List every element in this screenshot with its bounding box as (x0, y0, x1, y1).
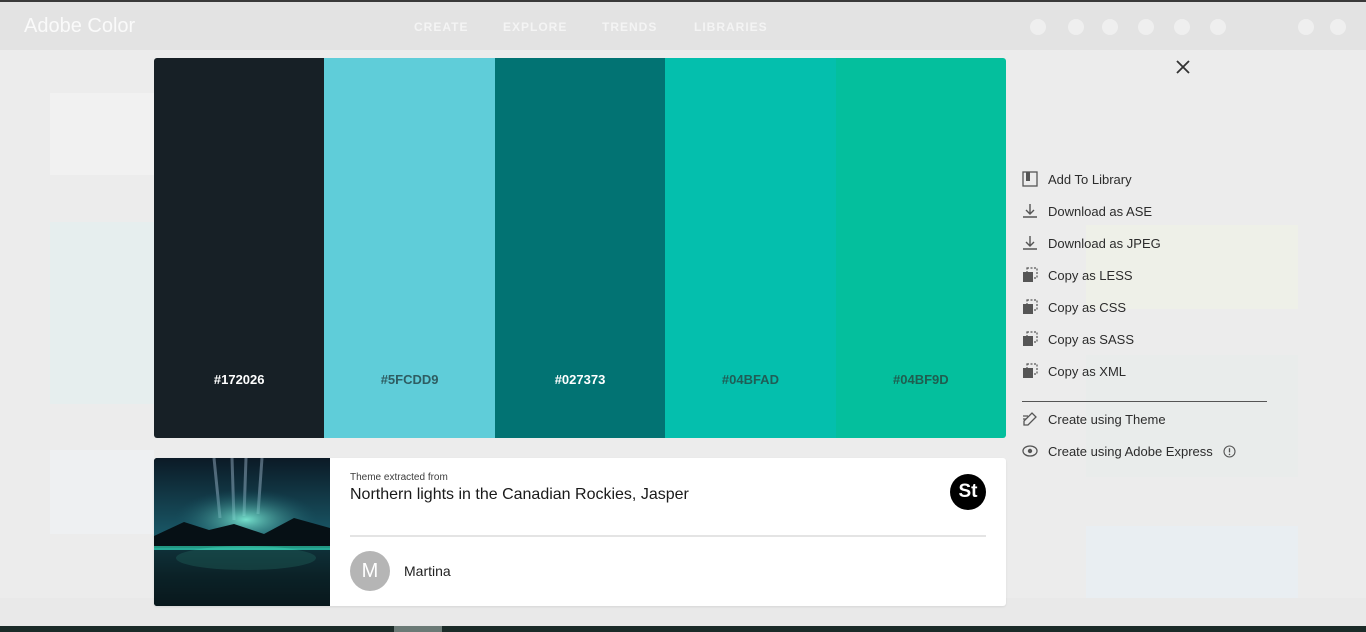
action-label: Create using Theme (1048, 411, 1166, 427)
create-using-express-button[interactable]: Create using Adobe Express (1020, 440, 1280, 462)
header-icon (1330, 19, 1346, 35)
background-card (50, 450, 154, 534)
nav-tab-trends: TRENDS (602, 20, 658, 34)
action-label: Copy as CSS (1048, 299, 1127, 315)
action-label: Copy as XML (1048, 363, 1127, 379)
action-label: Download as ASE (1048, 203, 1153, 219)
create-using-theme-button[interactable]: Create using Theme (1020, 408, 1280, 430)
swatch-4[interactable]: #04BFAD (665, 58, 836, 438)
apps-icon (1298, 19, 1314, 35)
download-icon (1020, 233, 1040, 253)
header-icon (1174, 19, 1190, 35)
swatch-1[interactable]: #172026 (154, 58, 325, 438)
background-card (50, 222, 154, 404)
app-header: Adobe Color CREATE EXPLORE TRENDS LIBRAR… (0, 2, 1366, 50)
nav-tab-explore: EXPLORE (503, 20, 568, 34)
divider (1022, 401, 1267, 402)
close-icon (1176, 60, 1190, 74)
close-button[interactable] (1172, 56, 1194, 78)
header-icon (1210, 19, 1226, 35)
action-label: Add To Library (1048, 171, 1132, 187)
swatch-hex-label[interactable]: #172026 (154, 372, 324, 387)
extracted-from-label: Theme extracted from (350, 472, 448, 483)
nav-tab-libraries: LIBRARIES (694, 20, 768, 34)
copy-less-button[interactable]: Copy as LESS (1020, 264, 1280, 286)
download-ase-button[interactable]: Download as ASE (1020, 200, 1280, 222)
author-name[interactable]: Martina (404, 563, 451, 579)
copy-icon (1020, 265, 1040, 285)
swatch-3[interactable]: #027373 (494, 58, 666, 438)
header-icon (1030, 19, 1046, 35)
express-icon (1020, 441, 1040, 461)
swatch-hex-label[interactable]: #04BFAD (665, 372, 835, 387)
info-icon[interactable] (1223, 444, 1236, 458)
copy-sass-button[interactable]: Copy as SASS (1020, 328, 1280, 350)
copy-css-button[interactable]: Copy as CSS (1020, 296, 1280, 318)
header-icon (1102, 19, 1118, 35)
download-jpeg-button[interactable]: Download as JPEG (1020, 232, 1280, 254)
adobe-stock-badge[interactable]: St (950, 474, 986, 510)
author-avatar[interactable]: M (350, 551, 390, 591)
bottom-strip-segment (394, 626, 442, 632)
download-icon (1020, 201, 1040, 221)
pen-icon (1020, 409, 1040, 429)
background-card (50, 93, 154, 175)
library-icon (1020, 169, 1040, 189)
swatch-hex-label[interactable]: #5FCDD9 (324, 372, 494, 387)
divider (350, 535, 986, 537)
add-to-library-button[interactable]: Add To Library (1020, 168, 1280, 190)
nav-tab-create: CREATE (414, 20, 469, 34)
source-thumbnail[interactable] (154, 458, 330, 606)
copy-icon (1020, 361, 1040, 381)
copy-icon (1020, 329, 1040, 349)
swatch-5[interactable]: #04BF9D (835, 58, 1006, 438)
copy-icon (1020, 297, 1040, 317)
action-label: Download as JPEG (1048, 235, 1161, 251)
header-icon (1138, 19, 1154, 35)
swatch-hex-label[interactable]: #04BF9D (836, 372, 1006, 387)
source-card: Theme extracted from Northern lights in … (154, 458, 1006, 606)
app-title: Adobe Color (24, 15, 136, 37)
source-title[interactable]: Northern lights in the Canadian Rockies,… (350, 486, 689, 504)
action-label: Create using Adobe Express (1048, 443, 1213, 459)
copy-xml-button[interactable]: Copy as XML (1020, 360, 1280, 382)
background-card (1086, 526, 1298, 598)
action-label: Copy as SASS (1048, 331, 1134, 347)
color-palette: #172026 #5FCDD9 #027373 #04BFAD #04BF9D (154, 58, 1006, 438)
swatch-hex-label[interactable]: #027373 (495, 372, 665, 387)
bottom-strip (0, 626, 1366, 632)
action-label: Copy as LESS (1048, 267, 1133, 283)
northern-lights-image (154, 458, 330, 606)
header-icon (1068, 19, 1084, 35)
swatch-2[interactable]: #5FCDD9 (324, 58, 495, 438)
